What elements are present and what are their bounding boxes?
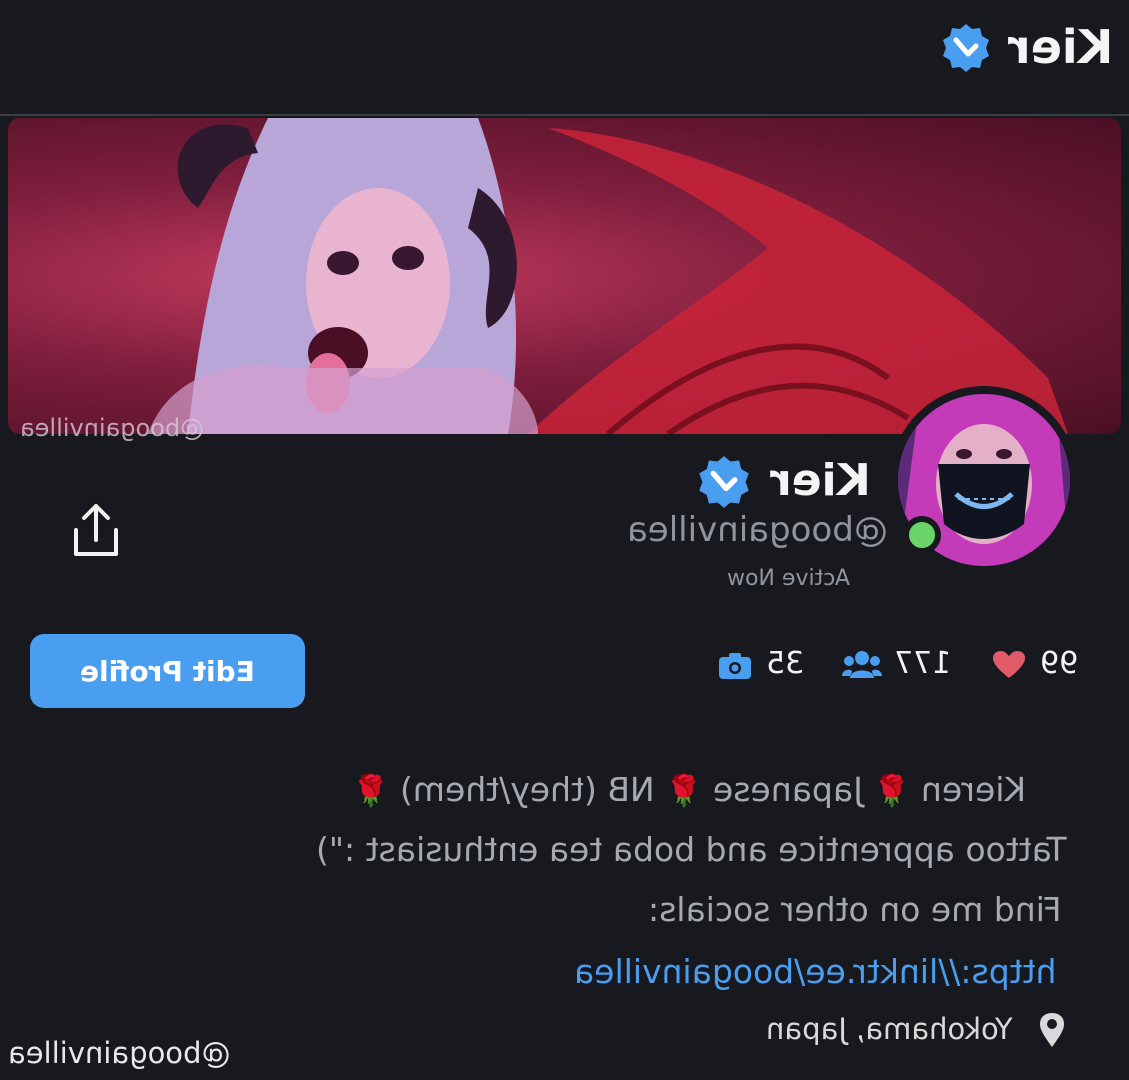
header-title: Kier	[1008, 20, 1114, 74]
presence-status: Active Now	[727, 566, 850, 591]
online-indicator	[903, 516, 941, 554]
camera-icon	[719, 653, 751, 679]
top-bar: Kier	[0, 0, 1129, 116]
location-text: Yokohama, Japan	[766, 1012, 1013, 1046]
cover-photo	[148, 118, 1068, 434]
verified-badge-icon	[699, 456, 749, 508]
bio-line-1: 🌹 NB (they/them) 🌹 Japanese 🌹 Kieren	[352, 770, 1027, 809]
profile-handle: @boogainvillea	[627, 510, 888, 550]
likes-count: 99	[1040, 646, 1079, 681]
followers-count: 177	[894, 646, 952, 681]
banner-watermark: @boogainvillea	[20, 414, 205, 442]
rose-emoji: 🌹	[665, 774, 703, 809]
media-count: 35	[766, 646, 805, 681]
cover-banner[interactable]	[8, 118, 1121, 434]
rose-emoji: 🌹	[352, 774, 390, 809]
users-icon	[842, 651, 882, 678]
bio-line-2: Tattoo apprentice and boba tea enthusias…	[316, 830, 1067, 869]
share-icon[interactable]	[68, 500, 124, 560]
edit-profile-button[interactable]: Edit Profile	[30, 634, 305, 708]
bio-line-3: Find me on other socials:	[648, 890, 1062, 929]
location-pin-icon	[1040, 1013, 1064, 1047]
bio-link[interactable]: https://linktr.ee/boogainvillea	[574, 952, 1056, 991]
rose-emoji: 🌹	[873, 774, 911, 809]
image-watermark: @boogainvillea	[8, 1036, 231, 1070]
profile-name: Kier	[770, 455, 871, 506]
verified-badge-icon	[943, 24, 989, 72]
heart-icon	[993, 651, 1025, 678]
